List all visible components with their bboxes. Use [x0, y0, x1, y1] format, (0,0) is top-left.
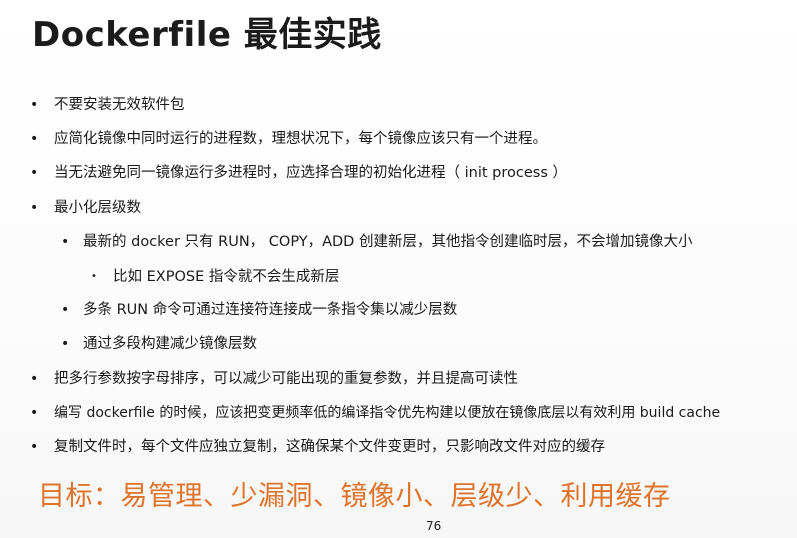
bullet-dot-icon: • [30, 439, 39, 455]
bullet-dot-icon: • [30, 165, 39, 181]
bullet-dot-icon: • [30, 405, 39, 421]
slide: Dockerfile 最佳实践 • 不要安装无效软件包 • 应简化镜像中同时运行… [0, 0, 797, 538]
bullet-dot-icon: • [30, 371, 39, 387]
bullet-text: 把多行参数按字母排序，可以减少可能出现的重复参数，并且提高可读性 [54, 371, 518, 387]
bullet-text: 编写 dockerfile 的时候，应该把变更频率低的编译指令优先构建以便放在镜… [54, 405, 721, 421]
bullet-dot-icon: • [30, 97, 39, 113]
sub-bullet-dot-icon: • [61, 302, 70, 318]
sub-bullet-text: 最新的 docker 只有 RUN， COPY，ADD 创建新层，其他指令创建临… [83, 234, 693, 250]
sub-bullet-dot-icon: • [61, 234, 70, 250]
bullet-text: 应简化镜像中同时运行的进程数，理想状况下，每个镜像应该只有一个进程。 [54, 131, 547, 147]
bullet-text: 复制文件时，每个文件应独立复制，这确保某个文件变更时，只影响改文件对应的缓存 [54, 439, 605, 455]
sub-bullet-dot-icon: • [61, 336, 70, 352]
page-number: 76 [426, 519, 442, 533]
sub-bullet-text: 多条 RUN 命令可通过连接符连接成一条指令集以减少层数 [83, 302, 458, 318]
bullet-text: 当无法避免同一镜像运行多进程时，应选择合理的初始化进程（ init proces… [54, 165, 567, 181]
goal-statement: 目标：易管理、少漏洞、镜像小、层级少、利用缓存 [38, 481, 671, 512]
sub-bullet-text: 通过多段构建减少镜像层数 [83, 336, 257, 352]
bullet-dot-icon: • [30, 131, 39, 147]
bullet-text: 最小化层级数 [54, 200, 141, 216]
bullet-dot-icon: • [30, 200, 39, 216]
slide-title: Dockerfile 最佳实践 [32, 15, 382, 55]
small-bullet-dot-icon: • [91, 271, 97, 282]
bullet-text: 不要安装无效软件包 [54, 97, 185, 113]
small-bullet-text: 比如 EXPOSE 指令就不会生成新层 [113, 269, 340, 285]
